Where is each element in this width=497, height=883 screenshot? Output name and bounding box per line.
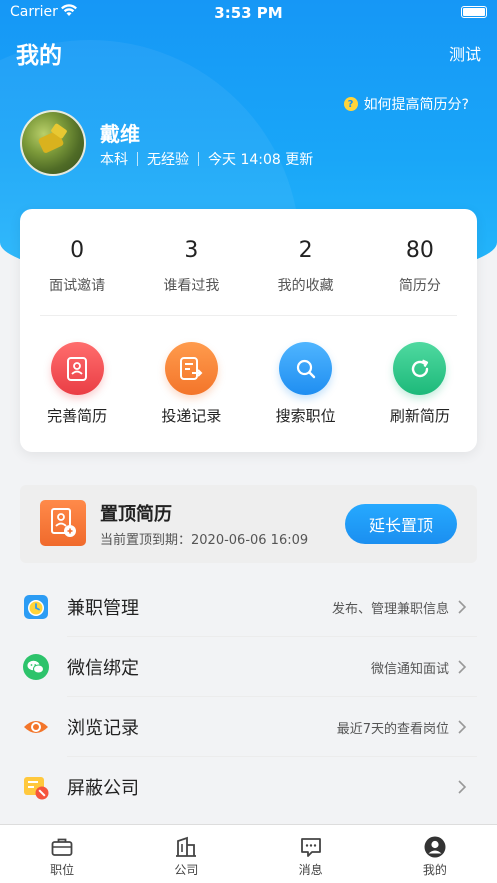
tab-jobs[interactable]: 职位 xyxy=(0,825,124,883)
stat-label: 我的收藏 xyxy=(277,278,334,294)
clock: 3:53 PM xyxy=(214,4,283,22)
alarm-clock-icon xyxy=(22,593,50,621)
stat-interview-invites[interactable]: 0 面试邀请 xyxy=(20,237,134,295)
wechat-icon xyxy=(22,653,50,681)
menu-list: 兼职管理 发布、管理兼职信息 微信绑定 微信通知面试 浏览记录 最近7天的查看岗… xyxy=(0,577,497,817)
chevron-right-icon xyxy=(457,659,483,675)
chevron-right-icon xyxy=(457,779,483,795)
user-meta: 本科 无经验 今天 14:08 更新 xyxy=(100,149,313,169)
block-company-icon xyxy=(22,773,50,801)
menu-item-part-time[interactable]: 兼职管理 发布、管理兼职信息 xyxy=(0,577,497,637)
test-button[interactable]: 测试 xyxy=(449,41,481,65)
avatar[interactable] xyxy=(20,110,86,176)
action-label: 刷新简历 xyxy=(389,407,450,425)
tab-messages[interactable]: 消息 xyxy=(249,825,373,883)
pin-resume-icon xyxy=(40,500,86,546)
stat-resume-score[interactable]: 80 简历分 xyxy=(363,237,477,295)
tab-label: 我的 xyxy=(422,863,447,877)
tab-label: 公司 xyxy=(174,863,199,877)
pin-resume-banner: 置顶简历 当前置顶到期：2020-06-06 16:09 延长置顶 xyxy=(20,485,477,563)
eye-icon xyxy=(22,713,50,741)
refresh-icon xyxy=(393,342,447,395)
nav-bar: 我的 测试 xyxy=(0,30,497,74)
menu-label: 浏览记录 xyxy=(67,718,139,739)
tip-text: 如何提高简历分? xyxy=(363,97,469,113)
stat-who-viewed-me[interactable]: 3 谁看过我 xyxy=(134,237,248,295)
meta-divider xyxy=(198,152,199,166)
pin-expiry: 当前置顶到期：2020-06-06 16:09 xyxy=(100,533,309,548)
education-label: 本科 xyxy=(100,152,128,168)
stat-label: 面试邀请 xyxy=(49,278,106,294)
user-name[interactable]: 戴维 xyxy=(100,118,140,147)
menu-hint: 发布、管理兼职信息 xyxy=(331,601,449,617)
delivery-record-icon xyxy=(164,342,218,395)
menu-item-history[interactable]: 浏览记录 最近7天的查看岗位 xyxy=(0,697,497,757)
menu-label: 屏蔽公司 xyxy=(67,778,139,799)
meta-divider xyxy=(137,152,138,166)
user-icon xyxy=(373,835,497,859)
question-icon: ? xyxy=(343,97,358,111)
action-label: 投递记录 xyxy=(161,407,222,425)
complete-resume-button[interactable]: 完善简历 xyxy=(20,342,134,426)
tab-bar: 职位 公司 消息 我的 xyxy=(0,824,497,883)
chevron-right-icon xyxy=(457,599,483,615)
message-icon xyxy=(249,835,373,859)
refresh-resume-button[interactable]: 刷新简历 xyxy=(363,342,477,426)
resume-edit-icon xyxy=(50,342,104,395)
menu-hint: 微信通知面试 xyxy=(370,661,449,677)
resume-score-tip-link[interactable]: ? 如何提高简历分? xyxy=(343,94,469,114)
menu-item-wechat[interactable]: 微信绑定 微信通知面试 xyxy=(0,637,497,697)
stat-label: 简历分 xyxy=(398,278,441,294)
battery-icon xyxy=(461,6,487,18)
delivery-record-button[interactable]: 投递记录 xyxy=(134,342,248,426)
tab-label: 消息 xyxy=(298,863,323,877)
stat-value: 3 xyxy=(184,238,199,263)
updated-label: 今天 14:08 更新 xyxy=(208,152,314,168)
tab-companies[interactable]: 公司 xyxy=(124,825,248,883)
stat-my-favorites[interactable]: 2 我的收藏 xyxy=(249,237,363,295)
page-title: 我的 xyxy=(16,43,62,69)
briefcase-icon xyxy=(0,835,124,859)
stat-label: 谁看过我 xyxy=(163,278,220,294)
extend-pin-button[interactable]: 延长置顶 xyxy=(345,504,457,544)
menu-hint: 最近7天的查看岗位 xyxy=(336,721,449,737)
stat-value: 2 xyxy=(298,238,313,263)
building-icon xyxy=(124,835,248,859)
card-divider xyxy=(40,315,457,316)
chevron-right-icon xyxy=(457,719,483,735)
stat-value: 80 xyxy=(405,238,434,263)
menu-label: 兼职管理 xyxy=(67,598,139,619)
action-label: 完善简历 xyxy=(47,407,108,425)
search-icon xyxy=(279,342,333,395)
pin-title: 置顶简历 xyxy=(100,504,172,525)
tab-me[interactable]: 我的 xyxy=(373,825,497,883)
status-bar: Carrier 3:53 PM xyxy=(0,0,497,26)
tab-label: 职位 xyxy=(50,863,75,877)
stat-value: 0 xyxy=(70,238,85,263)
menu-item-block-company[interactable]: 屏蔽公司 xyxy=(0,757,497,817)
action-label: 搜索职位 xyxy=(275,407,336,425)
search-jobs-button[interactable]: 搜索职位 xyxy=(249,342,363,426)
experience-label: 无经验 xyxy=(147,152,189,168)
summary-card: 0 面试邀请 3 谁看过我 2 我的收藏 80 简历分 完善简历 投递记录 搜索… xyxy=(20,209,477,452)
menu-label: 微信绑定 xyxy=(67,658,139,679)
stats-row: 0 面试邀请 3 谁看过我 2 我的收藏 80 简历分 xyxy=(20,237,477,295)
quick-actions: 完善简历 投递记录 搜索职位 刷新简历 xyxy=(20,342,477,426)
